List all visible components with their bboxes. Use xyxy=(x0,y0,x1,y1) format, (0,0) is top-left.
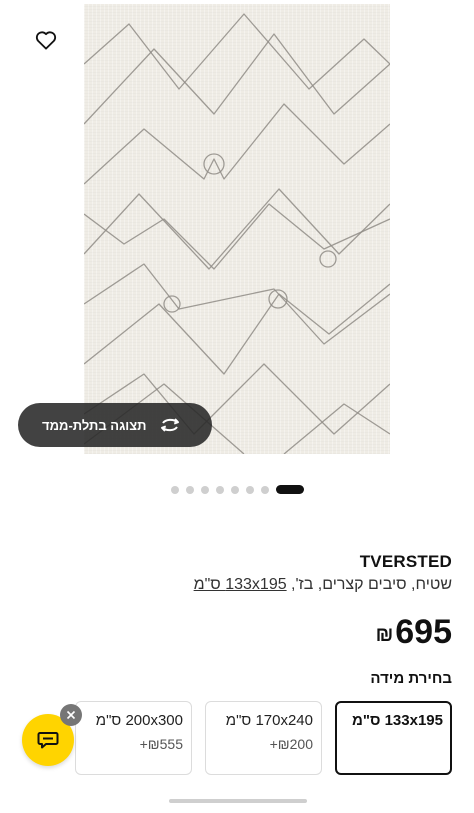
rug-line xyxy=(283,403,390,454)
pager-dot[interactable] xyxy=(200,485,209,494)
size-option-label: 133x195 ס"מ xyxy=(351,712,443,729)
home-indicator xyxy=(169,799,307,803)
favorite-button[interactable] xyxy=(30,24,62,56)
product-info: TVERSTED שטיח, סיבים קצרים, בז', 133x195… xyxy=(22,552,452,594)
price-currency: ₪ xyxy=(375,624,394,646)
rug-line xyxy=(84,13,390,90)
size-option-170x240[interactable]: 170x240 ס"מ ₪200+ xyxy=(205,701,322,775)
chat-close-button[interactable] xyxy=(60,704,82,726)
price-value: 695 xyxy=(395,613,452,651)
rug-line xyxy=(163,295,181,313)
rug-line xyxy=(203,153,225,175)
pager-dot[interactable] xyxy=(275,485,304,494)
product-name: TVERSTED xyxy=(359,552,452,571)
product-description: שטיח, סיבים קצרים, בז', 133x195 ס"מ xyxy=(22,576,452,594)
view-3d-button[interactable]: תצוגה בתלת-ממד xyxy=(18,403,212,447)
view-3d-label: תצוגה בתלת-ממד xyxy=(42,417,147,433)
pager-dot[interactable] xyxy=(245,485,254,494)
product-size-link[interactable]: 133x195 ס"מ xyxy=(194,576,287,593)
image-pager xyxy=(0,485,474,494)
pager-dot[interactable] xyxy=(185,485,194,494)
size-options: 133x195 ס"מ 170x240 ס"מ ₪200+ 200x300 ס"… xyxy=(75,701,452,775)
pager-dot[interactable] xyxy=(230,485,239,494)
pager-dot[interactable] xyxy=(215,485,224,494)
rug-line xyxy=(84,188,390,270)
size-option-200x300[interactable]: 200x300 ס"מ ₪555+ xyxy=(75,701,192,775)
size-option-label: 170x240 ס"מ xyxy=(225,712,313,729)
heart-icon xyxy=(35,31,57,50)
product-price: 695 ₪ xyxy=(376,612,452,652)
size-option-extra-price: ₪200+ xyxy=(269,736,313,752)
size-option-133x195[interactable]: 133x195 ס"מ xyxy=(335,701,452,775)
rug-line xyxy=(84,263,390,345)
rug-line xyxy=(84,103,390,185)
size-option-extra-price: ₪555+ xyxy=(139,736,183,752)
size-option-label: 200x300 ס"מ xyxy=(95,712,183,729)
size-selection-title: בחירת מידה xyxy=(370,670,452,687)
chat-icon xyxy=(37,732,59,749)
product-image-rug[interactable] xyxy=(84,4,390,454)
rotate-3d-icon xyxy=(158,415,182,435)
pager-dot[interactable] xyxy=(170,485,179,494)
close-icon xyxy=(66,710,76,720)
rug-line xyxy=(84,33,390,125)
product-description-text: שטיח, סיבים קצרים, בז', xyxy=(286,576,452,593)
rug-line xyxy=(319,250,337,268)
product-image-area: תצוגה בתלת-ממד xyxy=(0,0,474,470)
rug-pattern xyxy=(84,13,390,454)
pager-dot[interactable] xyxy=(260,485,269,494)
